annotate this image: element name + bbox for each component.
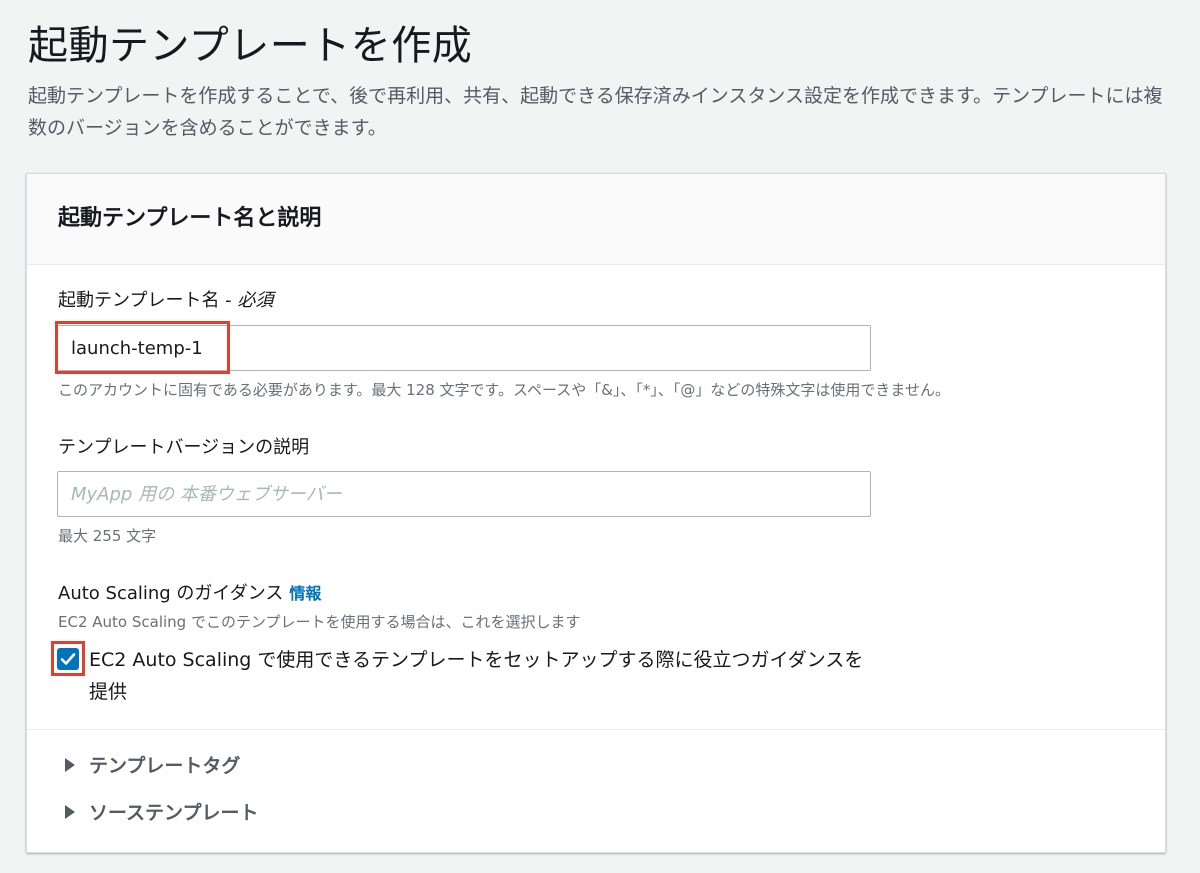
template-name-label: 起動テンプレート名 - 必須 — [58, 288, 273, 314]
autoscaling-guidance-label-text: Auto Scaling のガイダンス — [58, 583, 284, 604]
version-description-input[interactable] — [57, 471, 871, 517]
checkmark-icon — [60, 653, 76, 665]
expander-source-template-label: ソーステンプレート — [89, 802, 259, 824]
version-description-hint: 最大 255 文字 — [58, 527, 157, 545]
caret-right-icon — [65, 804, 75, 819]
caret-right-icon — [65, 757, 75, 772]
section-divider — [27, 729, 1165, 730]
page-description: 起動テンプレートを作成することで、後で再利用、共有、起動できる保存済みインスタン… — [28, 85, 1163, 139]
expander-source-template[interactable]: ソーステンプレート — [65, 799, 258, 827]
template-name-panel: 起動テンプレート名と説明 起動テンプレート名 - 必須 このアカウントに固有であ… — [26, 173, 1166, 853]
expander-template-tags[interactable]: テンプレートタグ — [65, 752, 240, 780]
autoscaling-hint: EC2 Auto Scaling でこのテンプレートを使用する場合は、これを選択… — [58, 613, 581, 631]
expander-template-tags-label: テンプレートタグ — [89, 755, 241, 777]
version-description-label: テンプレートバージョンの説明 — [58, 437, 310, 458]
required-marker: 必須 — [237, 290, 274, 311]
template-name-label-text: 起動テンプレート名 - — [58, 290, 238, 311]
panel-title: 起動テンプレート名と説明 — [58, 206, 322, 231]
template-name-input[interactable] — [57, 325, 871, 371]
autoscaling-guidance-checkbox[interactable] — [57, 648, 79, 670]
info-link[interactable]: 情報 — [289, 584, 321, 603]
autoscaling-checkbox-label[interactable]: EC2 Auto Scaling で使用できるテンプレートをセットアップする際に… — [89, 644, 869, 708]
panel-header: 起動テンプレート名と説明 — [27, 174, 1165, 265]
autoscaling-guidance-label: Auto Scaling のガイダンス 情報 — [58, 581, 321, 607]
template-name-hint: このアカウントに固有である必要があります。最大 128 文字です。スペースや「&… — [58, 381, 950, 399]
page-title: 起動テンプレートを作成 — [28, 23, 473, 69]
